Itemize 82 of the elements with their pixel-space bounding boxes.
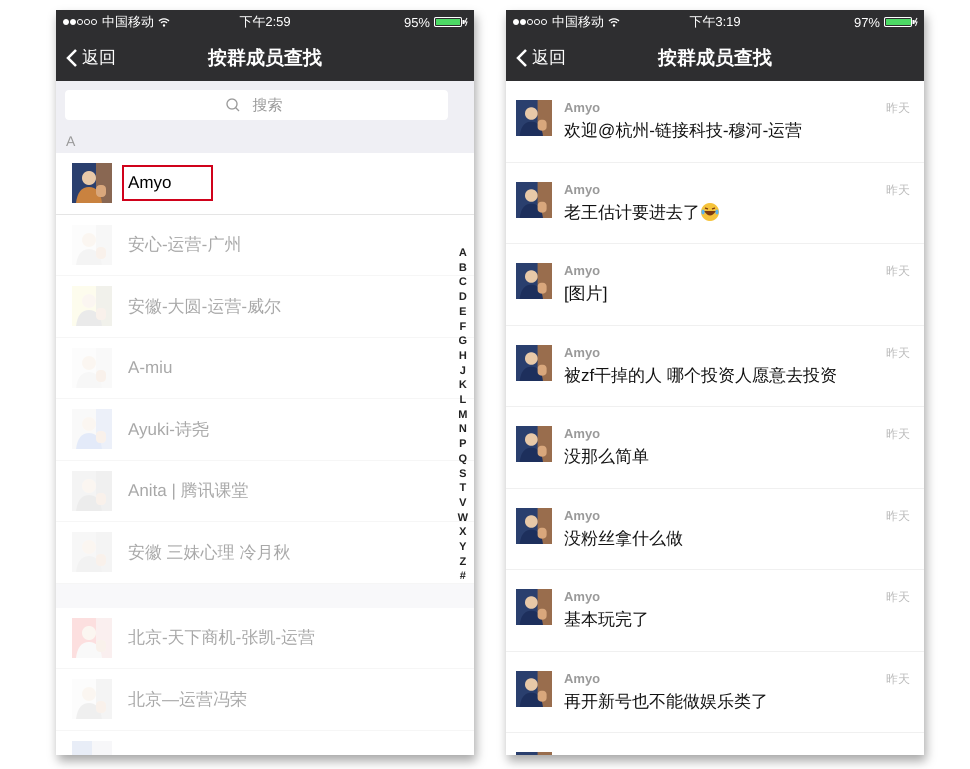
back-button[interactable]: 返回 <box>56 46 116 69</box>
message-text: [图片] <box>564 283 608 305</box>
index-letter[interactable]: A <box>458 246 467 261</box>
back-button[interactable]: 返回 <box>506 46 566 69</box>
member-name: A-miu <box>128 358 172 378</box>
screen-title: 按群成员查找 <box>658 46 772 70</box>
message-text: 没粉丝拿什么做 <box>564 528 683 550</box>
index-letter[interactable]: X <box>459 525 466 540</box>
message-time: 昨天 <box>886 100 910 117</box>
sender-name: Amyo <box>564 508 600 524</box>
index-letter[interactable]: N <box>458 422 467 438</box>
member-name: 北京-天下商机-张凯-运营 <box>128 627 315 650</box>
sender-name: Amyo <box>564 100 600 117</box>
index-letter[interactable]: B <box>458 260 467 276</box>
index-letter[interactable]: S <box>459 466 466 482</box>
index-letter[interactable]: C <box>458 275 467 290</box>
member-name: Anita | 腾讯课堂 <box>128 480 249 502</box>
message-time: 昨天 <box>886 508 910 524</box>
clock: 下午3:19 <box>689 13 741 31</box>
index-letter[interactable]: P <box>459 437 466 452</box>
message-row[interactable]: Amyo 昨天 再开新号也不能做娱乐类了 <box>506 652 924 733</box>
index-letter[interactable]: T <box>459 481 466 496</box>
search-field[interactable]: 搜索 <box>65 90 448 120</box>
message-text: 没那么简单 <box>564 446 649 468</box>
signal-icon <box>512 18 548 26</box>
index-letter[interactable]: M <box>458 408 468 422</box>
index-letter[interactable]: E <box>459 304 466 320</box>
message-row[interactable]: Amyo 昨天 老王估计要进去了 <box>506 162 924 244</box>
message-row[interactable]: Amyo 昨天 没那么简单 <box>506 407 924 488</box>
wifi-icon <box>608 18 620 26</box>
battery-percent: 95% <box>404 14 430 30</box>
message-text: 老王估计要进去了 <box>564 202 700 224</box>
message-text: 再开新号也不能做娱乐类了 <box>564 690 768 712</box>
sender-name: Amyo <box>564 670 600 688</box>
screen-title: 按群成员查找 <box>208 46 322 70</box>
back-chevron-icon <box>66 48 78 68</box>
sender-name: Amyo <box>564 182 600 198</box>
message-row[interactable]: Amyo 昨天 被zf干掉的人 哪个投资人愿意去投资 <box>506 326 924 407</box>
carrier: 中国移动 <box>552 13 604 31</box>
message-time: 昨天 <box>886 426 910 443</box>
sender-name: Amyo <box>564 426 600 443</box>
member-name: Amyo <box>122 165 214 202</box>
search-icon <box>225 97 241 113</box>
battery-percent: 97% <box>854 14 880 30</box>
carrier: 中国移动 <box>102 13 154 31</box>
index-letter[interactable]: Y <box>459 540 466 555</box>
index-letter[interactable]: F <box>459 320 466 334</box>
member-row[interactable]: Amyo <box>56 153 474 214</box>
battery-icon <box>884 17 918 27</box>
index-letter[interactable]: # <box>460 569 466 584</box>
message-text: 欢迎@杭州-链接科技-穆河-运营 <box>564 120 802 142</box>
index-letter[interactable]: K <box>458 378 467 394</box>
battery-icon <box>434 17 468 27</box>
index-letter[interactable]: D <box>458 290 467 305</box>
message-row[interactable]: Amyo 昨天 [图片] <box>506 244 924 326</box>
index-letter[interactable]: J <box>460 364 466 378</box>
member-name: 安心-运营-广州 <box>128 234 242 256</box>
signal-icon <box>62 18 98 26</box>
message-text: 被zf干掉的人 哪个投资人愿意去投资 <box>564 364 837 386</box>
message-row[interactable]: Amyo 昨天 没粉丝拿什么做 <box>506 488 924 570</box>
back-chevron-icon <box>516 48 528 68</box>
message-time: 昨天 <box>886 263 910 280</box>
section-letter: A <box>66 133 76 149</box>
wifi-icon <box>158 18 170 26</box>
sender-name: Amyo <box>564 589 600 606</box>
clock: 下午2:59 <box>239 13 291 31</box>
index-letter[interactable]: H <box>458 348 467 364</box>
message-time: 昨天 <box>886 589 910 606</box>
message-time: 昨天 <box>886 344 910 362</box>
message-row[interactable]: Amyo 昨天 欢迎@杭州-链接科技-穆河-运营 <box>506 81 924 162</box>
member-name: 北京—运营冯荣 <box>128 688 247 711</box>
index-letter[interactable]: V <box>459 496 466 511</box>
message-row[interactable]: Amyo 昨天 基本玩完了 <box>506 570 924 652</box>
message-time: 昨天 <box>886 670 910 688</box>
member-name: 安徽 三妹心理 冷月秋 <box>128 542 290 564</box>
index-letter[interactable]: Z <box>459 554 466 570</box>
member-name: Ayuki-诗尧 <box>128 418 209 441</box>
sender-name: Amyo <box>564 263 600 280</box>
message-text: 基本玩完了 <box>564 609 649 631</box>
member-name: 安徽-大圆-运营-威尔 <box>128 296 281 318</box>
message-time: 昨天 <box>886 182 910 198</box>
sender-name: Amyo <box>564 344 600 362</box>
